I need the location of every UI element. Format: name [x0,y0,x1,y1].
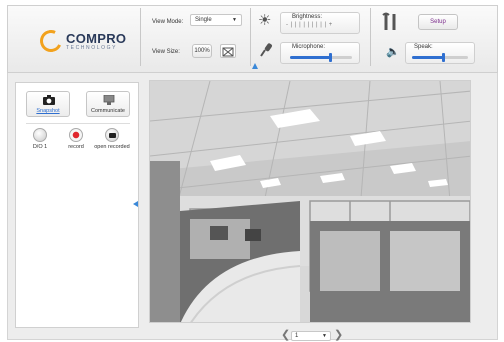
microphone-icon [260,43,272,57]
chevron-down-icon: ▼ [322,333,327,339]
brightness-icon: ☀ [258,12,272,29]
logo-ring-icon [36,26,66,56]
view-mode-select[interactable]: Single ▼ [190,14,242,26]
fullscreen-button[interactable] [220,44,236,58]
speaker-slider-fill [412,56,443,59]
next-page-icon[interactable]: ❯ [334,328,343,341]
speaker-slider-knob[interactable] [441,53,445,62]
brightness-scale[interactable]: - | | | | | | | | | + [286,22,333,28]
record-icon [69,128,83,142]
microphone-slider[interactable] [290,53,352,62]
do-button[interactable]: D/O 1 [22,128,58,150]
camera-video-feed[interactable] [149,80,471,323]
collapse-toolbar-arrow-icon[interactable] [252,63,258,69]
collapse-panel-arrow-icon[interactable] [133,201,138,207]
speaker-slider[interactable] [412,53,468,62]
setup-button[interactable]: Setup [418,14,458,30]
page-select[interactable]: 1 ▼ [291,331,331,341]
snapshot-label: Snapshot [36,108,60,114]
open-recorded-label: open recorded [94,144,130,150]
view-size-label: View Size: [152,49,180,55]
brightness-label: Brightness: [292,14,323,20]
folder-icon [105,128,119,142]
communicate-icon [103,95,115,105]
toolbar-divider [370,8,371,66]
record-label: record [68,144,84,150]
microphone-slider-fill [290,56,331,59]
fullscreen-icon [222,47,234,57]
record-button[interactable]: record [58,128,94,150]
brand-tagline: TECHNOLOGY [66,45,118,51]
panel-divider [26,123,130,124]
tools-icon [382,12,396,30]
video-frame-image [150,81,470,322]
view-size-button[interactable]: 100% [192,44,212,58]
previous-page-icon[interactable]: ❮ [281,328,290,341]
control-panel: Snapshot Communicate D/O 1 record open r… [15,82,139,328]
page-value: 1 [295,333,299,339]
speaker-label: Speak: [414,44,433,50]
chevron-down-icon: ▼ [232,17,237,23]
microphone-label: Microphone: [292,44,326,50]
snapshot-button[interactable]: Snapshot [26,91,70,117]
toolbar-divider [140,8,141,66]
view-mode-value: Single [195,17,212,23]
brand-logo: COMPRO TECHNOLOGY [36,26,130,56]
do-icon [33,128,47,142]
communicate-button[interactable]: Communicate [86,91,130,117]
speaker-icon: 🔈 [386,46,400,58]
do-label: D/O 1 [32,144,48,150]
microphone-slider-knob[interactable] [329,53,333,62]
toolbar-divider [250,8,251,66]
view-mode-label: View Mode: [152,19,184,25]
camera-icon [43,95,55,105]
communicate-label: Communicate [91,108,125,114]
open-recorded-button[interactable]: open recorded [94,128,130,150]
brand-name: COMPRO [66,31,127,46]
